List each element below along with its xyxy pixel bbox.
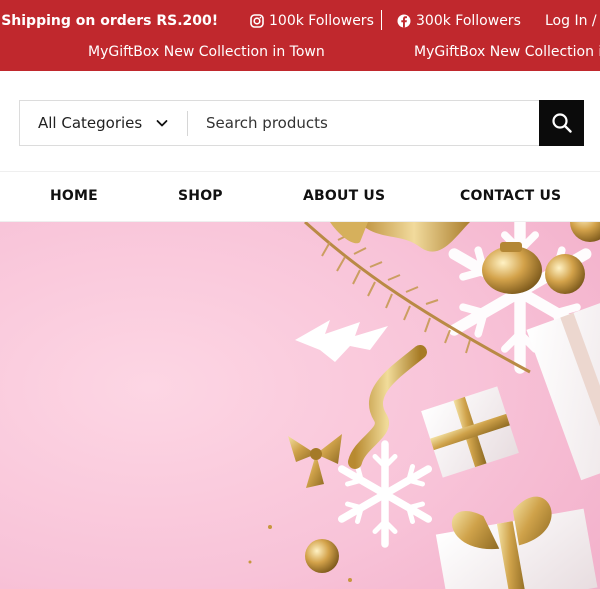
nav-item-contact[interactable]: CONTACT US: [460, 188, 561, 204]
login-signup-link[interactable]: Log In / S: [545, 10, 600, 32]
hero-banner: [0, 222, 600, 589]
login-text: Log In / S: [545, 13, 600, 29]
promo-text: MyGiftBox New Collection in Town: [88, 44, 325, 60]
nav-item-about[interactable]: ABOUT US: [303, 188, 385, 204]
search-icon: [551, 113, 572, 133]
promo-message-repeat: MyGiftBox New Collection in: [414, 41, 600, 63]
shipping-notice: s Shipping on orders RS.200!: [0, 10, 218, 32]
chevron-down-icon[interactable]: [155, 116, 169, 130]
search-input[interactable]: [200, 101, 535, 145]
facebook-link[interactable]: 300k Followers: [397, 10, 521, 32]
announcement-bar: s Shipping on orders RS.200! 100k Follow…: [0, 0, 600, 71]
nav-item-shop[interactable]: SHOP: [178, 188, 223, 204]
promo-message: MyGiftBox New Collection in Town: [88, 41, 325, 63]
announcement-row-bottom: MyGiftBox New Collection in Town MyGiftB…: [0, 41, 600, 63]
instagram-followers: 100k Followers: [269, 13, 374, 29]
topbar-divider: [381, 10, 382, 30]
facebook-icon: [397, 14, 411, 28]
announcement-row-top: s Shipping on orders RS.200! 100k Follow…: [0, 10, 600, 32]
shipping-text: s Shipping on orders RS.200!: [0, 13, 219, 29]
instagram-link[interactable]: 100k Followers: [250, 10, 374, 32]
facebook-followers: 300k Followers: [416, 13, 521, 29]
category-label: All Categories: [38, 114, 143, 132]
nav-item-home[interactable]: HOME: [50, 188, 98, 204]
promo-text-repeat: MyGiftBox New Collection in: [414, 44, 600, 60]
main-nav: HOME SHOP ABOUT US CONTACT US: [0, 171, 600, 222]
hero-image: [0, 222, 600, 589]
search-bar: All Categories: [19, 100, 584, 146]
search-button[interactable]: [539, 100, 584, 146]
instagram-icon: [250, 14, 264, 28]
search-divider: [187, 111, 188, 136]
